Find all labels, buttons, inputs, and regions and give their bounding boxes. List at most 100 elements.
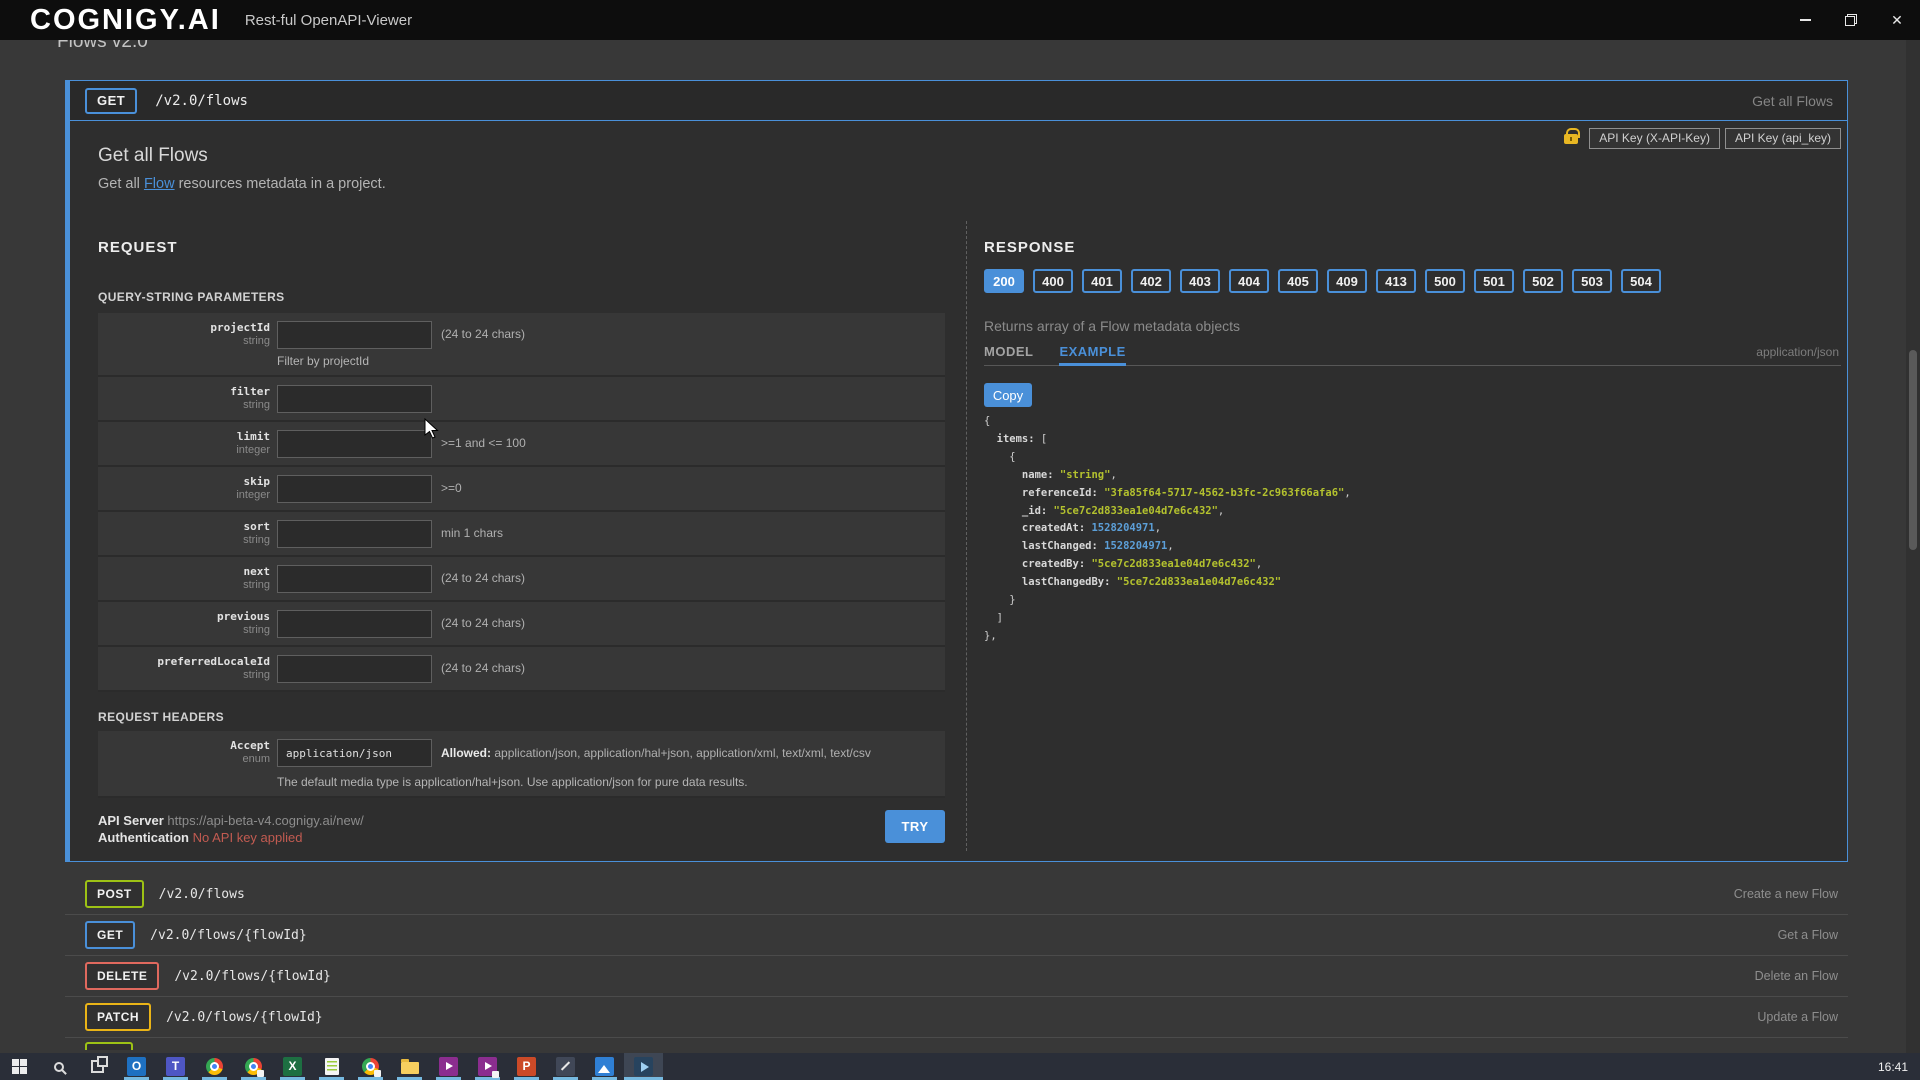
code-line: { [984,449,1841,467]
param-name: filter [98,385,270,399]
status-code-413[interactable]: 413 [1376,269,1416,293]
code-line: } [984,592,1841,610]
start-button[interactable] [0,1053,39,1080]
chrome-profile-icon[interactable] [234,1053,273,1080]
param-input-preferredLocaleId[interactable] [277,655,432,683]
query-params-heading: QUERY-STRING PARAMETERS [98,290,945,304]
status-code-200[interactable]: 200 [984,269,1024,293]
status-code-402[interactable]: 402 [1131,269,1171,293]
close-button[interactable]: ✕ [1874,0,1920,40]
status-code-403[interactable]: 403 [1180,269,1220,293]
video-recorder-icon-glyph [439,1057,458,1076]
snip-editor-icon[interactable] [546,1053,585,1080]
video-recorder-icon[interactable] [429,1053,468,1080]
param-hint: (24 to 24 chars) [441,655,525,683]
teams-icon-glyph: T [166,1057,185,1076]
status-code-400[interactable]: 400 [1033,269,1073,293]
param-main [277,565,432,593]
api-key-button[interactable]: API Key (X-API-Key) [1589,128,1720,149]
photos-icon-glyph [595,1057,614,1076]
photos-icon[interactable] [585,1053,624,1080]
method-badge [85,1042,133,1050]
excel-icon[interactable]: X [273,1053,312,1080]
accept-input[interactable] [277,739,432,767]
endpoint-row-post[interactable]: POST/v2.0/flowsCreate a new Flow [65,874,1848,915]
taskbar-clock[interactable]: 16:41 [1878,1060,1908,1074]
param-type: string [98,335,270,348]
status-code-504[interactable]: 504 [1621,269,1661,293]
api-key-button[interactable]: API Key (api_key) [1725,128,1841,149]
param-hint: (24 to 24 chars) [441,321,525,368]
scrollbar-track[interactable] [1906,40,1920,1053]
status-code-409[interactable]: 409 [1327,269,1367,293]
openapi-viewer-icon[interactable] [624,1053,663,1080]
file-explorer-icon[interactable] [390,1053,429,1080]
copy-button[interactable]: Copy [984,383,1032,407]
api-server-url: https://api-beta-v4.cognigy.ai/new/ [167,813,363,828]
param-label: limitinteger [98,430,270,458]
param-row: previousstring(24 to 24 chars) [98,602,945,647]
notes-app-icon[interactable] [312,1053,351,1080]
chrome-profile-icon-glyph [245,1058,262,1075]
method-badge: POST [85,880,144,908]
flow-link[interactable]: Flow [144,176,175,192]
tab-model[interactable]: MODEL [984,344,1033,359]
try-button[interactable]: TRY [885,810,945,843]
chrome-profile2-icon-glyph [362,1058,379,1075]
search-icon-glyph [54,1062,64,1072]
teams-icon[interactable]: T [156,1053,195,1080]
param-input-skip[interactable] [277,475,432,503]
param-name: preferredLocaleId [98,655,270,669]
param-label: skipinteger [98,475,270,503]
chrome-icon[interactable] [195,1053,234,1080]
endpoint-row-patch[interactable]: PATCH/v2.0/flows/{flowId}Update a Flow [65,997,1848,1038]
restore-button[interactable] [1828,0,1874,40]
response-tabs: MODEL EXAMPLE application/json [984,344,1841,366]
content-type-label: application/json [1756,345,1839,359]
status-code-404[interactable]: 404 [1229,269,1269,293]
method-badge: GET [85,921,135,949]
accept-header-main: Allowed: application/json, application/h… [277,739,871,789]
tab-example[interactable]: EXAMPLE [1059,344,1125,359]
endpoint-summary: Update a Flow [1757,1010,1838,1024]
param-input-previous[interactable] [277,610,432,638]
status-code-405[interactable]: 405 [1278,269,1318,293]
powerpoint-icon[interactable]: P [507,1053,546,1080]
code-line: name: "string", [984,467,1841,485]
endpoint-path: /v2.0/flows [159,887,245,902]
status-code-401[interactable]: 401 [1082,269,1122,293]
status-code-503[interactable]: 503 [1572,269,1612,293]
param-row: filterstring [98,377,945,422]
snip-editor-icon-glyph [556,1057,575,1076]
code-line: items: [ [984,431,1841,449]
param-input-next[interactable] [277,565,432,593]
scrollbar-thumb[interactable] [1909,350,1917,550]
status-code-501[interactable]: 501 [1474,269,1514,293]
screen-capture-icon[interactable] [468,1053,507,1080]
param-name: next [98,565,270,579]
param-input-projectId[interactable] [277,321,432,349]
task-view-icon[interactable] [78,1053,117,1080]
status-code-500[interactable]: 500 [1425,269,1465,293]
endpoint-row-delete[interactable]: DELETE/v2.0/flows/{flowId}Delete an Flow [65,956,1848,997]
endpoint-row-get[interactable]: GET/v2.0/flows/{flowId}Get a Flow [65,915,1848,956]
endpoint-row-partial[interactable] [65,1038,1848,1050]
cognigy-logo: COGNIGY.AI [30,4,221,37]
example-json-code: { items: [ { name: "string", referenceId… [984,413,1841,646]
endpoint-panel-header[interactable]: GET /v2.0/flows Get all Flows [70,81,1847,121]
outlook-icon[interactable]: O [117,1053,156,1080]
param-name: skip [98,475,270,489]
code-line: _id: "5ce7c2d833ea1e04d7e6c432", [984,503,1841,521]
param-input-limit[interactable] [277,430,432,458]
chrome-icon-glyph [206,1058,223,1075]
param-hint: (24 to 24 chars) [441,610,525,638]
param-row: sortstringmin 1 chars [98,512,945,557]
chrome-profile2-icon[interactable] [351,1053,390,1080]
param-input-sort[interactable] [277,520,432,548]
code-line: ] [984,610,1841,628]
minimize-button[interactable] [1782,0,1828,40]
status-code-502[interactable]: 502 [1523,269,1563,293]
search-icon[interactable] [39,1053,78,1080]
close-icon: ✕ [1891,13,1903,27]
param-input-filter[interactable] [277,385,432,413]
